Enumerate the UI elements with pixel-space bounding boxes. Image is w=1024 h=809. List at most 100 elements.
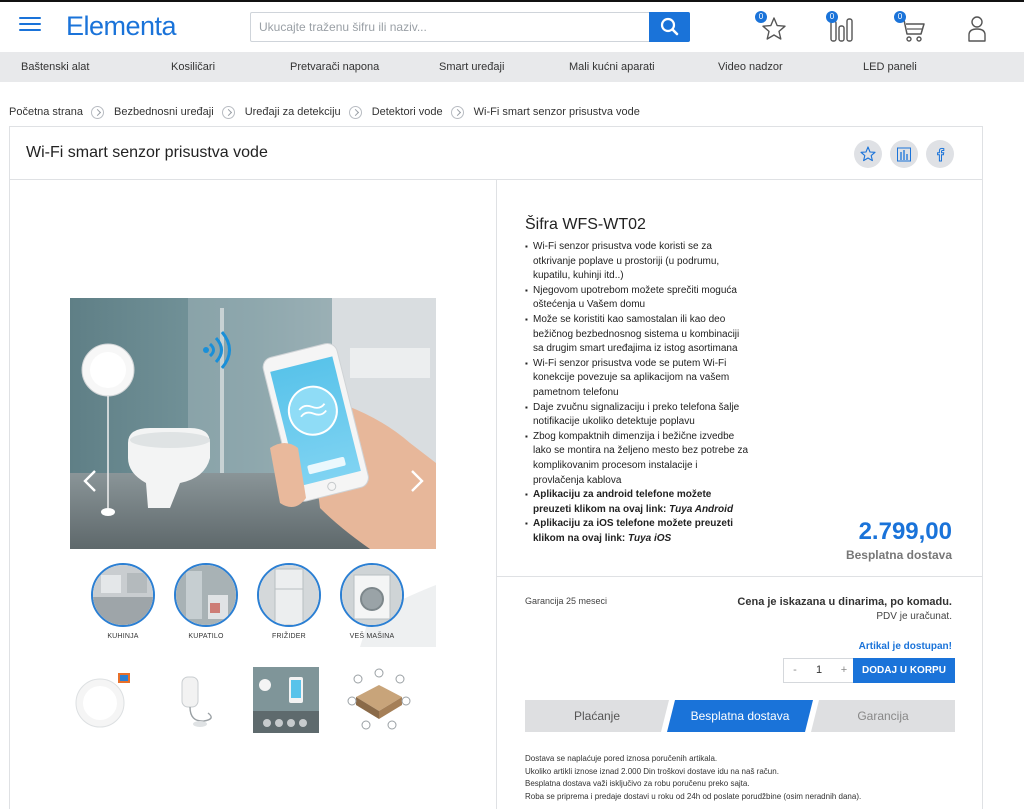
product-panel: Wi-Fi smart senzor prisustva vode KUHINJ… (9, 126, 983, 809)
search-input[interactable] (251, 13, 649, 41)
category-smart-devices[interactable]: Smart uređaji (439, 52, 504, 82)
tuya-ios-link[interactable]: Tuya iOS (628, 533, 671, 544)
breadcrumb-current: Wi-Fi smart senzor prisustva vode (473, 106, 640, 118)
product-main-image[interactable] (70, 298, 436, 549)
star-icon (860, 146, 876, 162)
product-thumbnail[interactable] (70, 667, 136, 733)
tab-warranty[interactable]: Garancija (811, 700, 955, 732)
chevron-left-icon (83, 470, 96, 492)
top-header: Elementa 0 0 0 (0, 0, 1024, 52)
tab-shipping-label: Besplatna dostava (690, 709, 790, 723)
product-price: 2.799,00 (858, 518, 952, 545)
search-icon (660, 17, 679, 36)
compare-count-badge: 0 (826, 11, 838, 23)
category-lawn-mowers[interactable]: Kosiličari (171, 52, 215, 82)
add-to-cart-button[interactable]: DODAJ U KORPU (853, 658, 955, 683)
feature-item: Daje zvučnu signalizaciju i preko telefo… (525, 401, 750, 430)
room-bathroom: KUPATILO (173, 563, 239, 640)
breadcrumb-item[interactable]: Detektori vode (372, 106, 443, 118)
shipping-info-line: Dostava se naplaćuje pored iznosa poruče… (525, 754, 718, 763)
product-thumbnail[interactable] (346, 667, 412, 733)
chevron-right-icon (450, 105, 464, 119)
room-label: KUHINJA (107, 633, 139, 640)
feature-item: Može se koristiti kao samostalan ili kao… (525, 313, 750, 357)
facebook-icon (937, 147, 945, 162)
compare-icon (897, 147, 911, 162)
account-button[interactable] (963, 14, 993, 44)
compare-button[interactable]: 0 (826, 11, 859, 44)
product-thumbnail[interactable] (160, 667, 226, 733)
feature-list: Wi-Fi senzor prisustva vode koristi se z… (525, 240, 750, 546)
user-icon (968, 16, 986, 42)
availability-status: Artikal je dostupan! (858, 641, 952, 652)
category-voltage-converters[interactable]: Pretvarači napona (290, 52, 379, 82)
chevron-right-icon (411, 470, 424, 492)
category-garden-tools[interactable]: Baštenski alat (21, 52, 89, 82)
tab-payment[interactable]: Plaćanje (525, 700, 669, 732)
breadcrumb: Početna strana Bezbednosni uređaji Uređa… (9, 104, 640, 120)
column-divider (496, 180, 497, 809)
feature-item: Njegovom upotrebom možete sprečiti moguć… (525, 284, 750, 313)
share-facebook-button[interactable] (926, 140, 954, 168)
room-washing-machine: VEŠ MAŠINA (339, 563, 405, 640)
breadcrumb-item[interactable]: Uređaji za detekciju (245, 106, 341, 118)
menu-icon[interactable] (19, 17, 41, 33)
chevron-right-icon (348, 105, 362, 119)
quantity-increase-button[interactable]: + (835, 659, 853, 682)
washing-machine-image (340, 563, 404, 627)
add-to-favorites-button[interactable] (854, 140, 882, 168)
category-small-appliances[interactable]: Mali kućni aparati (569, 52, 655, 82)
feature-item: Wi-Fi senzor prisustva vode se putem Wi-… (525, 357, 750, 401)
chevron-right-icon (91, 105, 104, 119)
shipping-info-line: Ukoliko artikli iznose iznad 2.000 Din t… (525, 766, 779, 776)
info-tabs: Plaćanje Besplatna dostava Garancija (525, 700, 955, 732)
category-nav: Baštenski alat Kosiličari Pretvarači nap… (0, 52, 1024, 82)
category-video-surveillance[interactable]: Video nadzor (718, 52, 783, 82)
tuya-android-link[interactable]: Tuya Android (669, 504, 733, 515)
product-thumbnail[interactable] (253, 667, 319, 733)
favorites-button[interactable]: 0 (755, 11, 788, 44)
warranty-info: Garancija 25 meseci (525, 596, 608, 606)
free-shipping-label: Besplatna dostava (845, 548, 952, 562)
cart-count-badge: 0 (894, 11, 906, 23)
cart-button[interactable]: 0 (894, 11, 927, 44)
feature-item-ios: Aplikaciju za iOS telefone možete preuze… (525, 517, 750, 546)
vat-note: PDV je uračunat. (876, 611, 952, 622)
search-bar (250, 12, 690, 42)
room-label: FRIŽIDER (272, 633, 306, 640)
add-to-compare-button[interactable] (890, 140, 918, 168)
category-led-panels[interactable]: LED paneli (863, 52, 917, 82)
shipping-info-line: Roba se priprema i predaje dostavi u rok… (525, 791, 862, 801)
section-divider (497, 576, 982, 577)
tab-shipping[interactable]: Besplatna dostava (667, 700, 813, 732)
room-kitchen: KUHINJA (90, 563, 156, 640)
chevron-right-icon (221, 105, 235, 119)
kitchen-image (91, 563, 155, 627)
product-title-row: Wi-Fi smart senzor prisustva vode (10, 127, 982, 180)
quantity-stepper: - + (783, 658, 854, 683)
product-title: Wi-Fi smart senzor prisustva vode (26, 144, 268, 161)
fridge-image (257, 563, 321, 627)
shipping-info-line: Besplatna dostava važi isključivo za rob… (525, 779, 750, 788)
site-logo[interactable]: Elementa (66, 11, 177, 42)
room-fridge: FRIŽIDER (256, 563, 322, 640)
feature-item: Zbog kompaktnih dimenzija i bežične izve… (525, 430, 750, 488)
quantity-input[interactable] (804, 659, 834, 682)
feature-item: Wi-Fi senzor prisustva vode koristi se z… (525, 240, 750, 284)
quantity-decrease-button[interactable]: - (786, 659, 804, 682)
room-label: VEŠ MAŠINA (349, 633, 395, 640)
room-label: KUPATILO (188, 633, 224, 640)
favorites-count-badge: 0 (755, 11, 767, 23)
bathroom-image (174, 563, 238, 627)
image-next-button[interactable] (407, 469, 427, 493)
feature-item-android: Aplikaciju za android telefone možete pr… (525, 488, 750, 517)
shipping-info: Dostava se naplaćuje pored iznosa poruče… (525, 753, 955, 803)
image-prev-button[interactable] (80, 469, 100, 493)
price-note: Cena je iskazana u dinarima, po komadu. (737, 596, 952, 608)
product-sku: Šifra WFS-WT02 (525, 216, 646, 233)
breadcrumb-item[interactable]: Početna strana (9, 106, 83, 118)
breadcrumb-item[interactable]: Bezbednosni uređaji (114, 106, 214, 118)
tab-payment-label: Plaćanje (573, 709, 621, 723)
tab-warranty-label: Garancija (857, 709, 909, 723)
search-button[interactable] (649, 12, 690, 42)
